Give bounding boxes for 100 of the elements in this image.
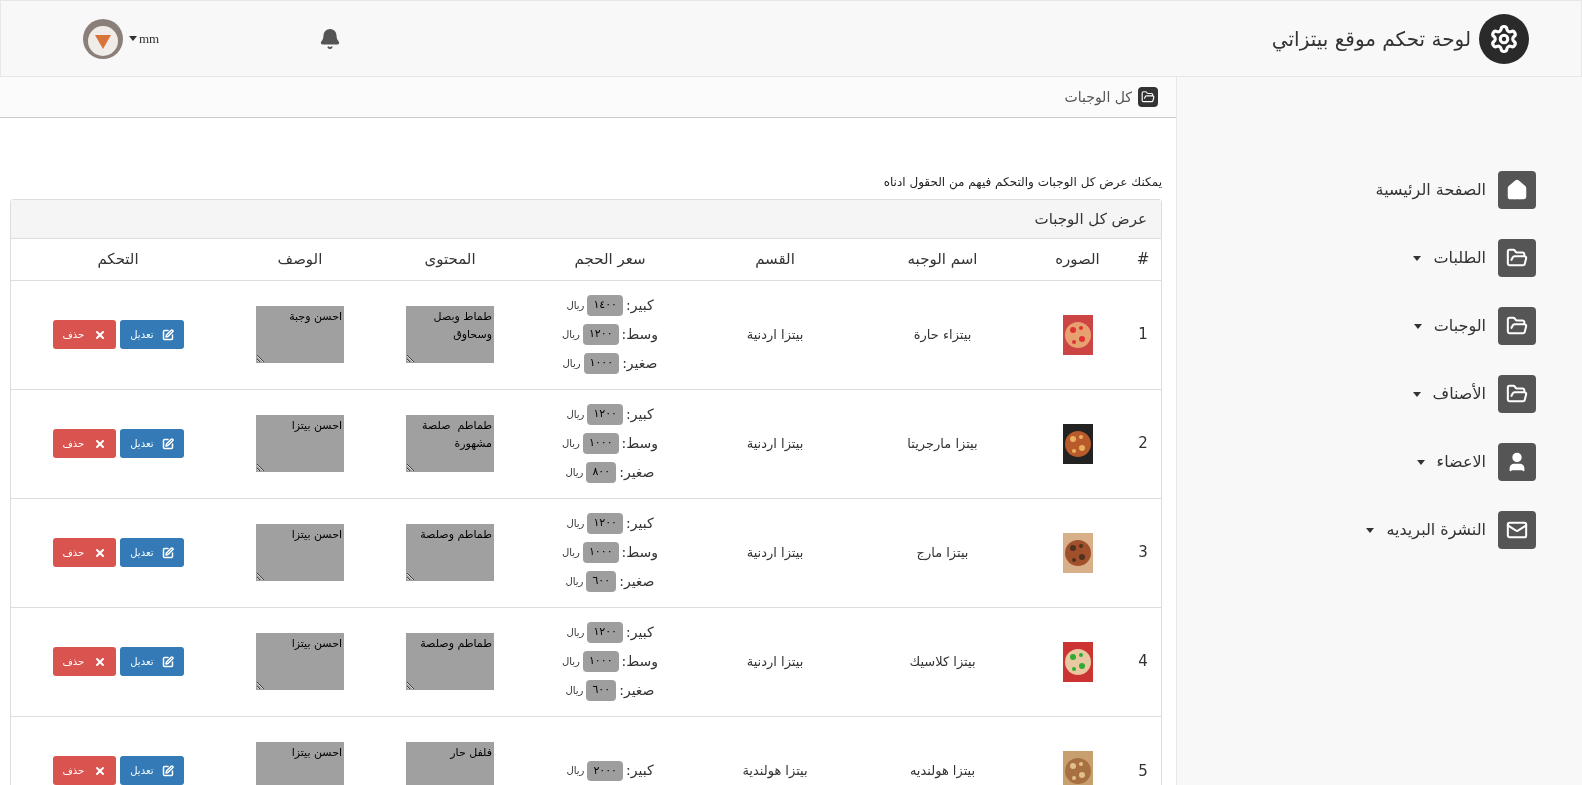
price-badge: ٦٠٠ xyxy=(586,571,617,592)
sidebar-item[interactable]: الصفحة الرئيسية xyxy=(1177,171,1536,209)
price-badge: ١٢٠٠ xyxy=(587,404,623,425)
price-badge: ١٠٠٠ xyxy=(582,433,619,454)
content-field[interactable]: طماط وبصل وسحاوق xyxy=(406,306,494,363)
price-badge: ١٢٠٠ xyxy=(587,513,623,534)
content-field[interactable]: طماطم وصلصة xyxy=(406,524,494,581)
column-header: المحتوى xyxy=(424,250,476,268)
price-badge: ١٤٠٠ xyxy=(587,295,623,316)
row-number: 4 xyxy=(1138,652,1148,671)
currency-label: ريال xyxy=(566,408,585,422)
size-label: صغير: xyxy=(619,681,655,700)
sidebar-item[interactable]: الوجبات xyxy=(1177,307,1536,345)
price-badge: ٨٠٠ xyxy=(586,462,617,483)
meal-name: بيتزا مارجريتا xyxy=(907,435,978,451)
content-field[interactable]: فلفل حار xyxy=(406,742,494,785)
row-number: 1 xyxy=(1138,325,1148,344)
category-name: بيتزا اردنية xyxy=(746,544,804,560)
size-label: وسط: xyxy=(621,434,659,454)
currency-label: ريال xyxy=(561,328,580,342)
breadcrumb-title: كل الوجبات xyxy=(1064,87,1132,108)
edit-button[interactable]: تعديل xyxy=(120,320,184,349)
edit-button[interactable]: تعديل xyxy=(120,756,184,785)
sidebar-label: الطلبات xyxy=(1433,247,1486,269)
column-header: سعر الحجم xyxy=(574,250,646,268)
price-badge: ١٢٠٠ xyxy=(587,622,623,643)
size-label: كبير: xyxy=(626,514,654,534)
intro-text: يمكنك عرض كل الوجبات والتحكم فيهم من الحقول ادناه xyxy=(882,174,1163,191)
currency-label: ريال xyxy=(561,546,580,560)
site-title: لوحة تحكم موقع بيتزاتي xyxy=(1271,25,1471,54)
description-field[interactable]: احسن وجبة xyxy=(256,306,344,363)
size-label: صغير: xyxy=(622,354,658,374)
price-badge: ١٢٠٠ xyxy=(582,324,619,345)
size-label: وسط: xyxy=(621,543,659,563)
size-label: صغير: xyxy=(619,572,655,591)
delete-button[interactable]: حذف xyxy=(52,429,117,458)
meal-name: بيتزا كلاسيك xyxy=(909,653,976,669)
description-field[interactable]: احسن بيتزا xyxy=(256,524,344,581)
currency-label: ريال xyxy=(561,437,580,451)
price-badge: ٦٠٠ xyxy=(586,680,617,701)
delete-button[interactable]: حذف xyxy=(52,756,117,785)
currency-label: ريال xyxy=(565,466,584,480)
sidebar-label: الصفحة الرئيسية xyxy=(1375,179,1486,202)
column-header: اسم الوجبه xyxy=(907,250,978,268)
user-menu[interactable]: mm xyxy=(83,18,160,59)
currency-label: ريال xyxy=(561,655,580,669)
username: mm xyxy=(139,29,160,48)
meal-name: بيتزا مارج xyxy=(916,544,969,560)
sidebar-item[interactable]: الاعضاء xyxy=(1177,443,1536,481)
delete-button[interactable]: حذف xyxy=(52,538,117,567)
category-name: بيتزا اردنية xyxy=(746,653,804,669)
row-number: 2 xyxy=(1138,434,1148,453)
price-badge: ١٠٠٠ xyxy=(582,542,619,563)
content-field[interactable]: طماطم صلصة مشهورة xyxy=(406,415,494,472)
currency-label: ريال xyxy=(566,299,585,313)
edit-button[interactable]: تعديل xyxy=(120,647,184,676)
currency-label: ريال xyxy=(566,626,585,640)
meal-name: بيتزاء حارة xyxy=(913,326,972,342)
price-badge: ٢٠٠٠ xyxy=(587,760,623,781)
currency-label: ريال xyxy=(565,575,584,589)
price-badge: ١٠٠٠ xyxy=(582,651,619,672)
sidebar-label: النشرة البريديه xyxy=(1386,519,1486,542)
description-field[interactable]: احسن بيتزا xyxy=(256,742,344,785)
size-label: كبير: xyxy=(626,761,654,781)
content-field[interactable]: طماطم وصلصة xyxy=(406,633,494,690)
delete-button[interactable]: حذف xyxy=(52,320,117,349)
size-label: كبير: xyxy=(626,623,654,643)
column-header: التحكم xyxy=(97,250,139,268)
size-label: كبير: xyxy=(626,405,654,425)
price-badge: ١٠٠٠ xyxy=(583,353,620,374)
category-name: بيتزا اردنية xyxy=(746,435,804,451)
column-header: # xyxy=(1136,250,1150,268)
sidebar-label: الاعضاء xyxy=(1436,451,1486,473)
size-label: وسط: xyxy=(621,325,659,345)
meal-name: بيتزا هولنديه xyxy=(909,763,976,778)
edit-button[interactable]: تعديل xyxy=(120,538,184,567)
column-header: القسم xyxy=(755,250,795,268)
currency-label: ريال xyxy=(565,684,584,698)
category-name: بيتزا هولندية xyxy=(742,763,808,778)
row-number: 3 xyxy=(1138,543,1148,562)
size-label: صغير: xyxy=(619,463,655,482)
column-header: الوصف xyxy=(277,250,323,268)
description-field[interactable]: احسن بيتزا xyxy=(256,633,344,690)
category-name: بيتزا اردنية xyxy=(746,326,804,342)
size-label: كبير: xyxy=(626,296,654,316)
edit-button[interactable]: تعديل xyxy=(120,429,184,458)
description-field[interactable]: احسن بيتزا xyxy=(256,415,344,472)
sidebar-item[interactable]: الطلبات xyxy=(1177,239,1536,277)
currency-label: ريال xyxy=(566,764,585,779)
sidebar-item[interactable]: النشرة البريديه xyxy=(1177,511,1536,549)
sidebar-label: الأصناف xyxy=(1432,382,1486,405)
sidebar-label: الوجبات xyxy=(1433,315,1486,338)
currency-label: ريال xyxy=(562,357,581,371)
row-number: 5 xyxy=(1138,761,1148,780)
column-header: الصوره xyxy=(1055,250,1100,268)
panel-title: عرض كل الوجبات xyxy=(1034,208,1147,230)
delete-button[interactable]: حذف xyxy=(52,647,117,676)
currency-label: ريال xyxy=(566,517,585,531)
size-label: وسط: xyxy=(621,652,659,672)
sidebar-item[interactable]: الأصناف xyxy=(1177,375,1536,413)
